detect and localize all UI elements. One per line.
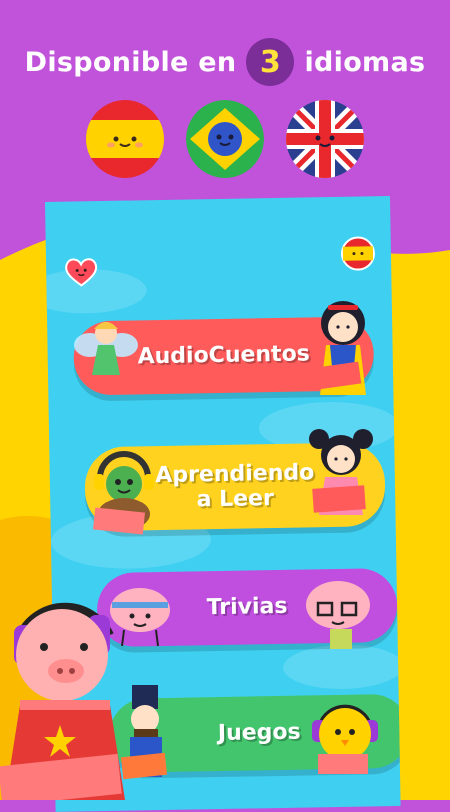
girl-character-icon	[309, 429, 373, 515]
headline-suffix: idiomas	[304, 46, 426, 78]
soldier-character-icon	[120, 685, 168, 780]
pig-character-icon	[0, 602, 125, 800]
fairy-character-icon	[74, 322, 138, 375]
language-selector-icon[interactable]	[340, 236, 376, 271]
chick-character-icon	[312, 704, 378, 774]
turtle-character-icon	[92, 451, 154, 535]
languages-headline: Disponible en 3 idiomas	[0, 38, 450, 86]
language-count-badge: 3	[246, 38, 295, 86]
brain-glasses-character-icon	[306, 581, 370, 649]
spain-flag-icon[interactable]	[86, 100, 164, 178]
audiocuentos-label: AudioCuentos	[137, 341, 311, 370]
headline-prefix: Disponible en	[24, 46, 237, 78]
aprendiendo-label: Aprendiendo a Leer	[155, 460, 315, 513]
princess-character-icon	[308, 301, 366, 395]
trivias-label: Trivias	[206, 594, 288, 621]
brazil-flag-icon[interactable]	[186, 100, 264, 178]
juegos-label: Juegos	[217, 719, 301, 747]
heart-icon[interactable]	[64, 255, 99, 288]
uk-flag-icon[interactable]	[286, 100, 364, 178]
